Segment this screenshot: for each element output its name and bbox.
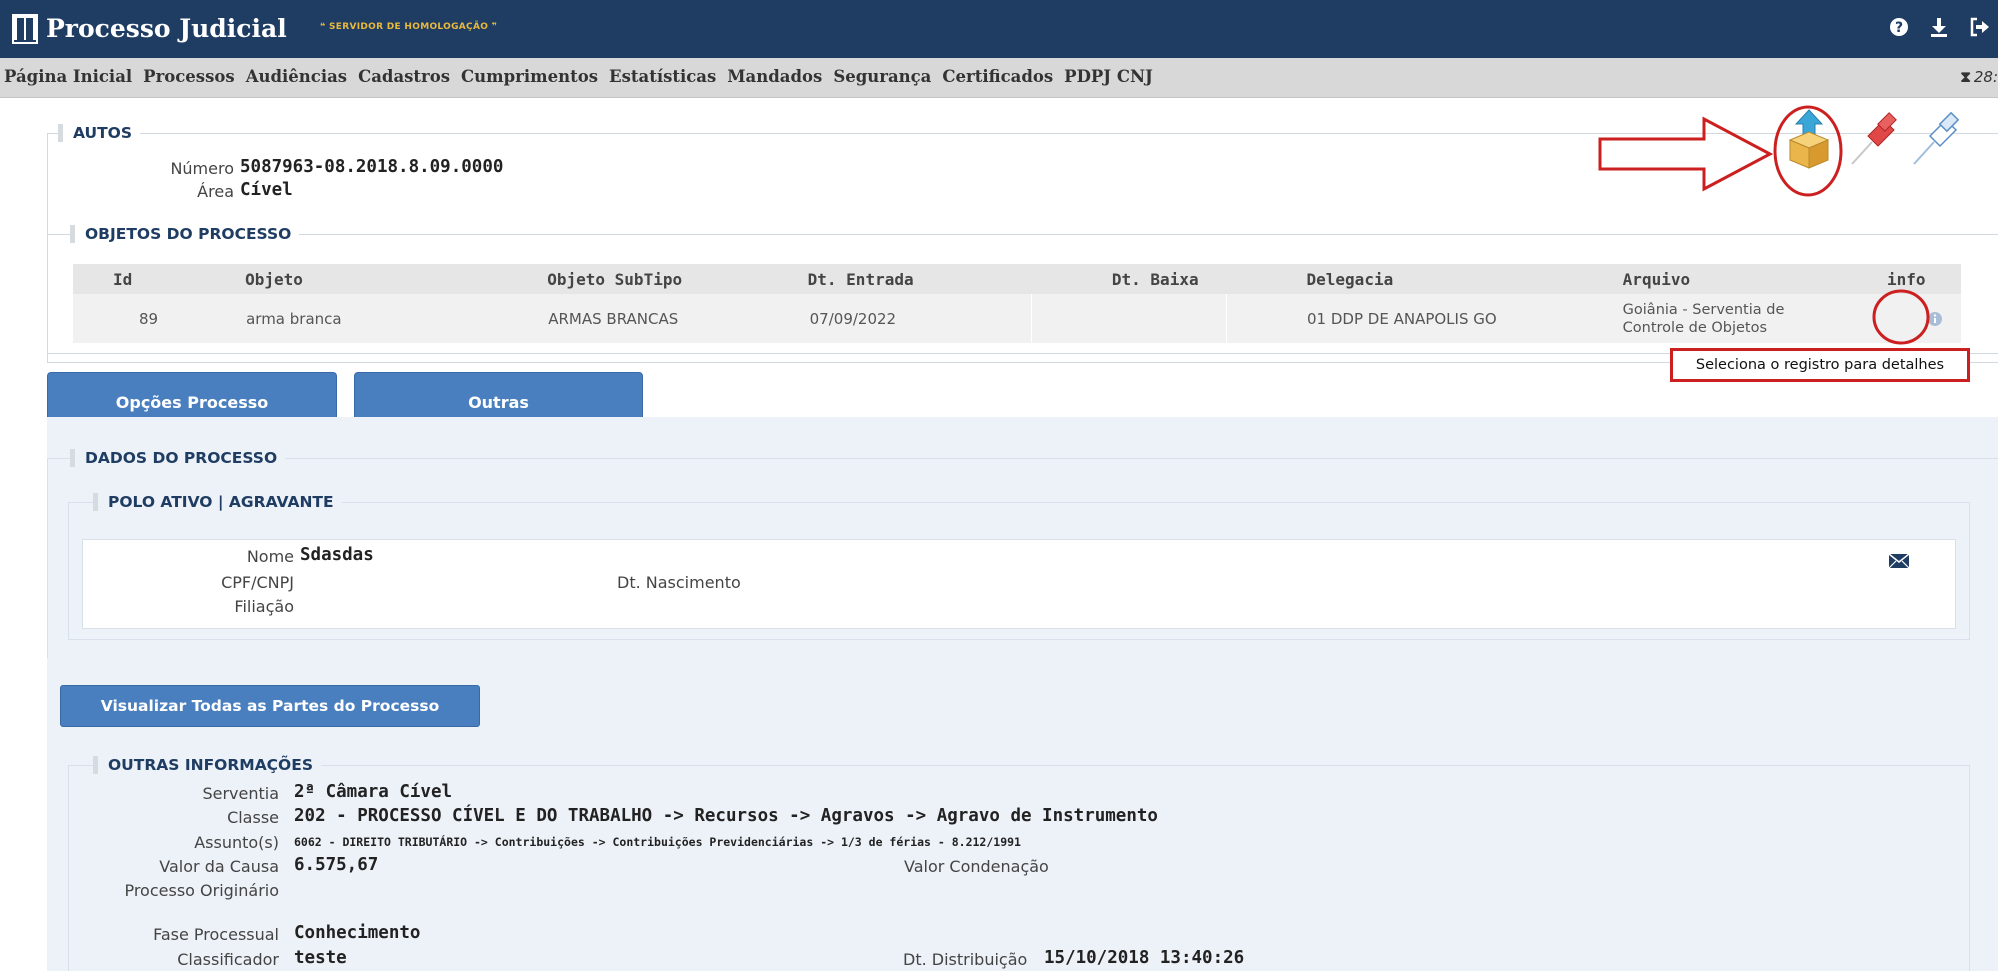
menu-item-pdpj-cnj[interactable]: PDPJ CNJ [1064,67,1153,86]
classificador-value: teste [294,948,347,968]
cell-entrada: 07/09/2022 [727,294,1032,343]
email-icon[interactable] [1888,553,1910,569]
cell-delegacia: 01 DDP DE ANAPOLIS GO [1226,294,1546,343]
visualizar-partes-button[interactable]: Visualizar Todas as Partes do Processo [60,685,480,727]
processo-originario-label: Processo Originário [124,881,279,900]
app-logo-icon [12,14,38,44]
cell-arquivo: Goiânia - Serventia de Controle de Objet… [1545,294,1808,343]
col-header-entrada[interactable]: Dt. Entrada [727,264,1032,294]
main-menu: Página Inicial Processos Audiências Cada… [0,58,1998,98]
classe-value: 202 - PROCESSO CÍVEL E DO TRABALHO -> Re… [294,806,1158,826]
table-row[interactable]: 89 arma branca ARMAS BRANCAS 07/09/2022 … [73,294,1961,343]
app-header: Processo Judicial ❝ SERVIDOR DE HOMOLOGA… [0,0,1998,58]
svg-text:?: ? [1895,20,1903,36]
cell-id: 89 [73,294,159,343]
valor-causa-value: 6.575,67 [294,855,379,875]
objetos-table: Id Objeto Objeto SubTipo Dt. Entrada Dt.… [73,264,1961,343]
outras-legend: OUTRAS INFORMAÇÕES [93,756,321,774]
blue-pin-icon[interactable] [1910,112,1962,168]
area-value: Cível [240,180,293,200]
info-tooltip: Seleciona o registro para detalhes [1670,348,1970,382]
session-timer-value: 28: [1973,68,1998,86]
classificador-label: Classificador [177,950,279,969]
menu-item-estatisticas[interactable]: Estatísticas [609,67,716,86]
cell-subtipo: ARMAS BRANCAS [460,294,728,343]
col-header-arquivo[interactable]: Arquivo [1545,264,1808,294]
autos-legend: AUTOS [58,124,141,142]
table-header-row: Id Objeto Objeto SubTipo Dt. Entrada Dt.… [73,264,1961,294]
distribuicao-label: Dt. Distribuição [903,950,1028,969]
objetos-legend: OBJETOS DO PROCESSO [70,225,300,243]
logout-icon[interactable] [1968,16,1990,38]
annotation-arrow [1598,116,1774,192]
col-header-delegacia[interactable]: Delegacia [1226,264,1546,294]
col-header-id[interactable]: Id [73,264,159,294]
menu-item-cadastros[interactable]: Cadastros [358,67,450,86]
filiacao-label: Filiação [234,597,294,616]
cell-arquivo-line1: Goiânia - Serventia de [1622,301,1785,318]
assunto-value: 6062 - DIREITO TRIBUTÁRIO -> Contribuiçõ… [294,835,1021,849]
nome-value: Sdasdas [300,545,374,565]
app-title: Processo Judicial [46,14,287,43]
menu-item-cumprimentos[interactable]: Cumprimentos [461,67,598,86]
numero-value: 5087963-08.2018.8.09.0000 [240,157,504,177]
help-icon[interactable]: ? [1888,16,1910,38]
cpf-label: CPF/CNPJ [221,573,294,592]
numero-label: Número [170,159,234,178]
menu-item-processos[interactable]: Processos [143,67,235,86]
serventia-label: Serventia [202,784,279,803]
menu-item-certificados[interactable]: Certificados [942,67,1053,86]
assunto-label: Assunto(s) [194,833,279,852]
area-label: Área [197,182,234,201]
nascimento-label: Dt. Nascimento [617,573,741,592]
fase-label: Fase Processual [153,925,279,944]
cell-arquivo-line2: Controle de Objetos [1622,319,1768,336]
red-pin-icon[interactable] [1848,112,1900,168]
menu-item-mandados[interactable]: Mandados [727,67,822,86]
polo-ativo-legend: POLO ATIVO | AGRAVANTE [93,493,342,511]
serventia-value: 2ª Câmara Cível [294,782,453,802]
hourglass-icon: ⧗ [1960,68,1971,86]
col-header-objeto[interactable]: Objeto [158,264,461,294]
menu-item-seguranca[interactable]: Segurança [833,67,931,86]
classe-label: Classe [227,808,279,827]
download-icon[interactable] [1928,16,1950,38]
dados-legend: DADOS DO PROCESSO [70,449,286,467]
menu-item-pagina-inicial[interactable]: Página Inicial [4,67,132,86]
valor-causa-label: Valor da Causa [159,857,279,876]
session-timer: ⧗ 28: [1960,68,1998,86]
server-tag: ❝ SERVIDOR DE HOMOLOGAÇÃO ❞ [320,22,498,32]
nome-label: Nome [246,547,294,566]
package-upload-icon[interactable] [1786,108,1832,170]
cell-objeto: arma branca [158,294,461,343]
menu-item-audiencias[interactable]: Audiências [246,67,347,86]
distribuicao-value: 15/10/2018 13:40:26 [1044,948,1245,968]
col-header-baixa[interactable]: Dt. Baixa [1031,264,1227,294]
annotation-circle-info [1872,289,1930,345]
cell-baixa [1031,294,1228,343]
col-header-subtipo[interactable]: Objeto SubTipo [460,264,728,294]
valor-condenacao-label: Valor Condenação [904,857,1049,876]
fase-value: Conhecimento [294,923,421,943]
